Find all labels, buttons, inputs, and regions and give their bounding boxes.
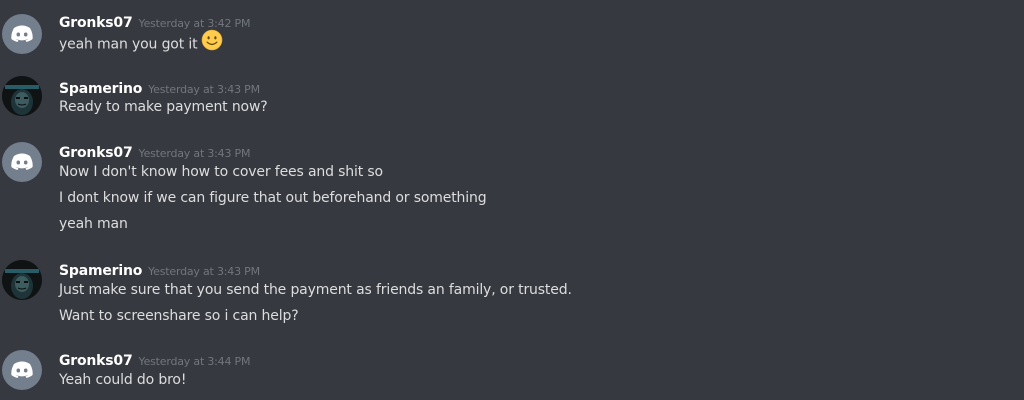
masked-figure-avatar-icon: [2, 76, 42, 116]
discord-logo-icon: [11, 361, 33, 378]
timestamp: Yesterday at 3:43 PM: [148, 83, 260, 96]
message-text: Ready to make payment now?: [59, 99, 268, 115]
chat-message-list: Gronks07 Yesterday at 3:42 PM yeah man yo…: [0, 0, 1024, 400]
timestamp: Yesterday at 3:44 PM: [138, 355, 251, 368]
timestamp: Yesterday at 3:43 PM: [148, 265, 260, 278]
message-header: Spamerino Yesterday at 3:43 PM: [59, 260, 260, 280]
message-text: Yeah could do bro!: [59, 372, 187, 388]
slightly-smiling-face-emoji: [201, 29, 223, 57]
username[interactable]: Spamerino: [59, 81, 142, 97]
message-text-content: yeah man you got it: [59, 36, 198, 53]
discord-default-avatar[interactable]: [2, 350, 42, 390]
dark-custom-avatar[interactable]: [2, 260, 42, 300]
message-header: Gronks07 Yesterday at 3:43 PM: [59, 142, 250, 162]
discord-default-avatar[interactable]: [2, 14, 42, 54]
timestamp: Yesterday at 3:42 PM: [138, 17, 251, 30]
discord-logo-icon: [11, 25, 33, 42]
username[interactable]: Gronks07: [59, 353, 133, 369]
message-text: Want to screenshare so i can help?: [59, 308, 299, 324]
discord-logo-icon: [11, 153, 33, 170]
message-text: Now I don't know how to cover fees and s…: [59, 164, 383, 180]
message-text: yeah man you got it: [59, 29, 223, 53]
dark-custom-avatar[interactable]: [2, 76, 42, 116]
message-text: yeah man: [59, 216, 128, 232]
timestamp: Yesterday at 3:43 PM: [138, 147, 251, 160]
message-text: I dont know if we can figure that out be…: [59, 190, 487, 206]
message-header: Spamerino Yesterday at 3:43 PM: [59, 78, 260, 98]
username[interactable]: Spamerino: [59, 263, 142, 279]
message-header: Gronks07 Yesterday at 3:44 PM: [59, 350, 250, 370]
username[interactable]: Gronks07: [59, 145, 133, 161]
masked-figure-avatar-icon: [2, 260, 42, 300]
message-text: Just make sure that you send the payment…: [59, 282, 572, 298]
username[interactable]: Gronks07: [59, 15, 133, 31]
smiley-icon: [202, 29, 223, 51]
discord-default-avatar[interactable]: [2, 142, 42, 182]
